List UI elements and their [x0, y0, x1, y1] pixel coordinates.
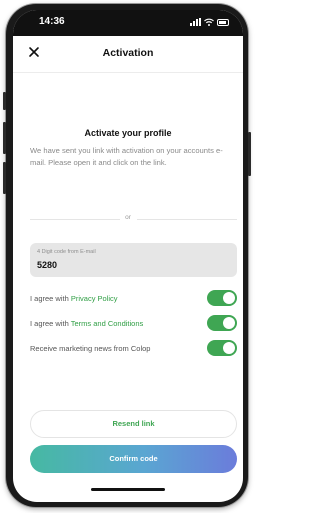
header-divider: [13, 72, 243, 73]
status-icons: [190, 18, 229, 26]
toggle-knob: [223, 342, 235, 354]
side-button: [3, 92, 6, 110]
terms-link[interactable]: Terms and Conditions: [71, 319, 144, 328]
toggle-knob: [223, 317, 235, 329]
page-title: Activation: [102, 47, 154, 59]
agreement-terms-row: I agree with Terms and Conditions: [30, 315, 237, 333]
home-indicator: [91, 488, 165, 491]
header: Activation: [13, 42, 243, 68]
signal-icon: [190, 18, 201, 26]
wifi-icon: [204, 18, 214, 26]
section-title: Activate your profile: [84, 128, 172, 138]
marketing-text: Receive marketing news from Colop: [30, 344, 151, 353]
toggle-knob: [223, 292, 235, 304]
agreement-privacy-text: I agree with Privacy Policy: [30, 294, 118, 303]
agreement-prefix: I agree with: [30, 319, 71, 328]
agreement-prefix: I agree with: [30, 294, 71, 303]
code-field-value[interactable]: 5280: [37, 260, 57, 270]
code-field[interactable]: 4 Digit code from E-mail 5280: [30, 243, 237, 277]
marketing-row: Receive marketing news from Colop: [30, 340, 237, 358]
terms-toggle[interactable]: [207, 315, 237, 331]
code-field-label: 4 Digit code from E-mail: [37, 249, 96, 255]
battery-icon: [217, 19, 229, 26]
app-screen: 14:36 Activation Activate your profile W…: [13, 10, 243, 502]
description-text: We have sent you link with activation on…: [30, 146, 223, 167]
status-time: 14:36: [39, 16, 65, 27]
privacy-policy-link[interactable]: Privacy Policy: [71, 294, 118, 303]
privacy-policy-toggle[interactable]: [207, 290, 237, 306]
side-button: [248, 132, 251, 176]
marketing-toggle[interactable]: [207, 340, 237, 356]
side-button: [3, 122, 6, 154]
confirm-code-button[interactable]: Confirm code: [30, 445, 237, 473]
agreement-terms-text: I agree with Terms and Conditions: [30, 319, 143, 328]
agreement-privacy-row: I agree with Privacy Policy: [30, 290, 237, 308]
resend-link-button[interactable]: Resend link: [30, 410, 237, 438]
status-bar: 14:36: [13, 10, 243, 36]
side-button: [3, 162, 6, 194]
divider-right: [137, 219, 237, 220]
